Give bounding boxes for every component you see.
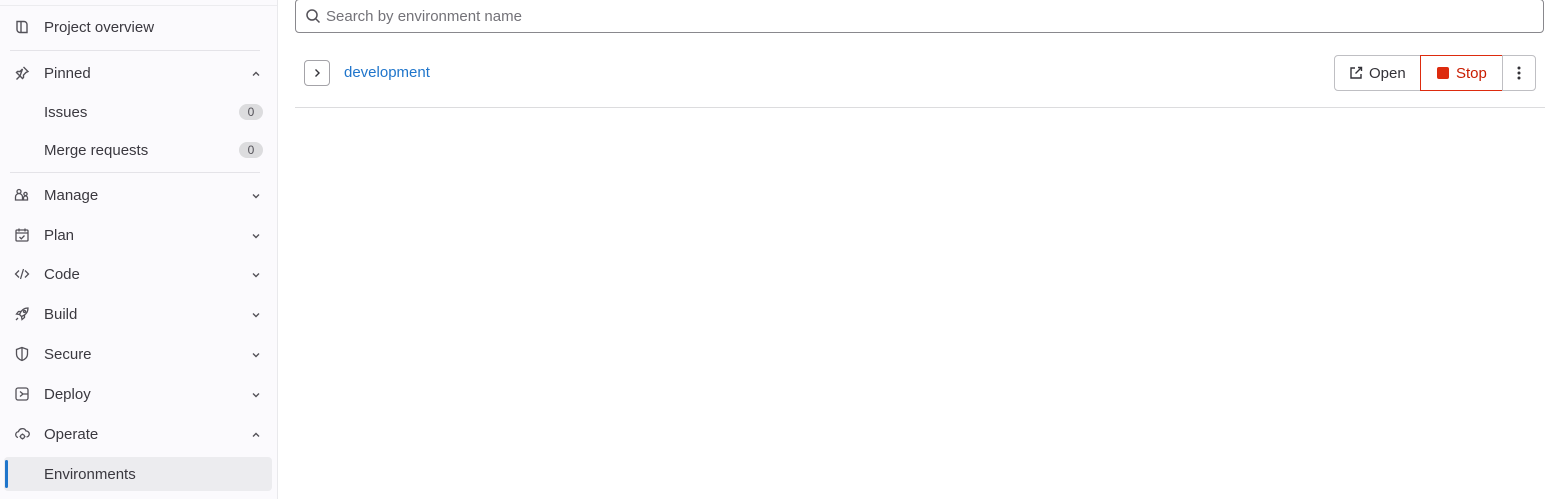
sidebar-item-manage[interactable]: Manage xyxy=(4,178,272,212)
sidebar-top-edge xyxy=(0,0,277,6)
stop-icon xyxy=(1437,67,1449,79)
sidebar-item-deploy[interactable]: Deploy xyxy=(4,377,272,411)
sidebar-item-label: Issues xyxy=(44,103,88,121)
more-actions-button[interactable] xyxy=(1502,55,1536,91)
sidebar-item-environments[interactable]: Environments xyxy=(4,457,272,491)
ellipsis-vertical-icon xyxy=(1517,66,1521,80)
app: Project overview Pinned Issues 0 Merge r… xyxy=(0,0,1553,499)
stop-button[interactable]: Stop xyxy=(1420,55,1503,91)
sidebar-item-label: Manage xyxy=(44,186,99,204)
count-badge: 0 xyxy=(239,104,263,120)
sidebar-item-pinned[interactable]: Pinned xyxy=(4,56,272,90)
external-link-icon xyxy=(1350,66,1363,79)
search-input[interactable] xyxy=(326,5,1526,27)
sidebar-item-label: Build xyxy=(44,305,78,323)
chevron-down-icon xyxy=(250,388,262,400)
sidebar-item-label: Pinned xyxy=(44,64,91,82)
sidebar-item-label: Deploy xyxy=(44,385,91,403)
sidebar-item-label: Operate xyxy=(44,425,99,443)
sidebar-item-merge-requests[interactable]: Merge requests 0 xyxy=(4,133,272,167)
chevron-down-icon xyxy=(250,348,262,360)
open-button-label: Open xyxy=(1369,64,1406,82)
sidebar-item-label: Environments xyxy=(44,465,136,483)
sidebar-item-plan[interactable]: Plan xyxy=(4,218,272,252)
chevron-down-icon xyxy=(250,189,262,201)
sidebar-item-secure[interactable]: Secure xyxy=(4,337,272,371)
expand-button[interactable] xyxy=(304,60,330,86)
project-icon xyxy=(14,19,30,35)
count-badge: 0 xyxy=(239,142,263,158)
code-icon xyxy=(14,266,30,282)
sidebar-item-label: Secure xyxy=(44,345,92,363)
sidebar-item-issues[interactable]: Issues 0 xyxy=(4,95,272,129)
environment-actions: Open Stop xyxy=(1334,55,1536,91)
rocket-icon xyxy=(14,306,30,322)
sidebar-item-label: Plan xyxy=(44,226,75,244)
sidebar-item-label: Code xyxy=(44,265,80,283)
users-icon xyxy=(14,187,30,203)
stop-button-label: Stop xyxy=(1456,64,1487,82)
chevron-down-icon xyxy=(250,229,262,241)
search-icon xyxy=(305,8,321,24)
sidebar-item-code[interactable]: Code xyxy=(4,257,272,291)
sidebar: Project overview Pinned Issues 0 Merge r… xyxy=(0,0,278,499)
main-content: development Open Stop xyxy=(278,0,1553,499)
chevron-down-icon xyxy=(250,308,262,320)
open-button[interactable]: Open xyxy=(1334,55,1421,91)
cloud-gear-icon xyxy=(14,426,30,442)
sidebar-divider xyxy=(10,172,260,173)
deploy-icon xyxy=(14,386,30,402)
sidebar-item-operate[interactable]: Operate xyxy=(4,417,272,451)
sidebar-divider xyxy=(10,50,260,51)
pin-icon xyxy=(14,65,30,81)
environment-name-link[interactable]: development xyxy=(344,64,430,81)
shield-icon xyxy=(14,346,30,362)
chevron-up-icon xyxy=(250,428,262,440)
calendar-check-icon xyxy=(14,227,30,243)
chevron-up-icon xyxy=(250,67,262,79)
sidebar-item-label: Project overview xyxy=(44,18,155,36)
search-box xyxy=(295,0,1544,33)
chevron-down-icon xyxy=(250,268,262,280)
chevron-right-icon xyxy=(315,69,320,77)
sidebar-item-project-overview[interactable]: Project overview xyxy=(4,10,272,44)
sidebar-item-label: Merge requests xyxy=(44,141,149,159)
sidebar-item-build[interactable]: Build xyxy=(4,297,272,331)
environment-row: development Open Stop xyxy=(295,38,1545,108)
